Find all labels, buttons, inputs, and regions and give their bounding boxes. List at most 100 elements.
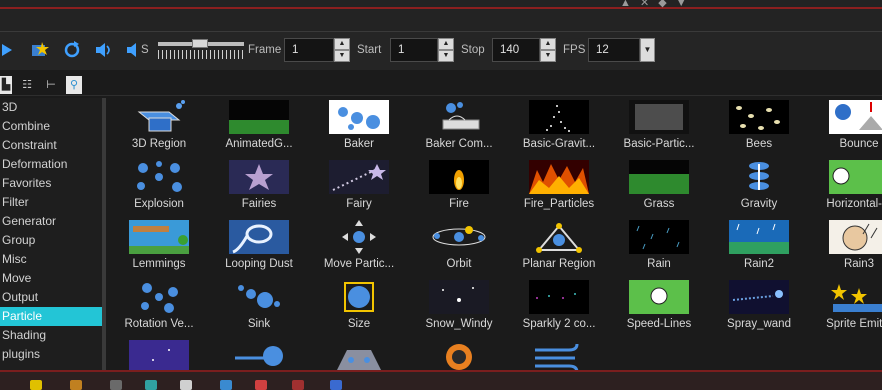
loop-icon[interactable] — [62, 40, 82, 60]
app-icon-7[interactable] — [292, 380, 304, 390]
sidebar-item-favorites[interactable]: Favorites — [0, 174, 102, 193]
sidebar-item-group[interactable]: Group — [0, 231, 102, 250]
app-icon-1[interactable] — [70, 380, 82, 390]
volume-icon[interactable] — [94, 40, 114, 60]
app-icon-8[interactable] — [330, 380, 342, 390]
preset-rotation-velocity[interactable]: Rotation Ve... — [112, 278, 212, 338]
frame-down-arrow[interactable]: ▼ — [334, 50, 350, 62]
start-stepper[interactable]: 1 ▲ ▼ — [390, 38, 454, 62]
gravity-icon — [749, 162, 769, 190]
sprite-emitter-icon — [831, 284, 882, 312]
preset-move-particles[interactable]: Move Partic... — [312, 218, 412, 278]
preset-bees[interactable]: Bees — [712, 98, 812, 158]
preset-looping-dust[interactable]: Looping Dust — [212, 218, 312, 278]
app-icon-6[interactable] — [255, 380, 267, 390]
preset-spray-wand[interactable]: Spray_wand — [712, 278, 812, 338]
start-up-arrow[interactable]: ▲ — [438, 38, 454, 50]
preset-baker[interactable]: Baker — [312, 98, 412, 158]
sink-icon — [238, 285, 280, 308]
preset-fairy[interactable]: Fairy — [312, 158, 412, 218]
preset-explosion[interactable]: Explosion — [112, 158, 212, 218]
sidebar-item-deformation[interactable]: Deformation — [0, 155, 102, 174]
preset-sparkly-2-colors[interactable]: Sparkly 2 co... — [512, 278, 612, 338]
folder-icon[interactable] — [30, 380, 42, 390]
preset-horizontal[interactable]: Horizontal-... — [812, 158, 882, 218]
star-camera-icon[interactable] — [30, 40, 50, 60]
sidebar-item-constraint[interactable]: Constraint — [0, 136, 102, 155]
sidebar-item-plugins[interactable]: plugins — [0, 345, 102, 364]
preset-fire-particles[interactable]: Fire_Particles — [512, 158, 612, 218]
spray-wand-thumbnail — [729, 280, 789, 314]
fps-label: FPS — [563, 44, 586, 56]
preset-basic-particle[interactable]: Basic-Partic... — [612, 98, 712, 158]
timeline-thumb[interactable] — [192, 39, 208, 48]
frame-field[interactable]: 1 — [284, 38, 334, 62]
sidebar-item-generator[interactable]: Generator — [0, 212, 102, 231]
preset-row5-3[interactable] — [312, 338, 412, 370]
sidebar-item-filter[interactable]: Filter — [0, 193, 102, 212]
list-view-icon[interactable]: ☷ — [18, 76, 36, 94]
hierarchy-view-icon[interactable]: ⊢ — [42, 76, 60, 94]
preset-grass[interactable]: Grass — [612, 158, 712, 218]
fps-select[interactable]: 12 ▼ — [588, 38, 655, 62]
preset-lemmings[interactable]: Lemmings — [112, 218, 212, 278]
preset-row5-2[interactable] — [212, 338, 312, 370]
timeline-scrubber[interactable] — [158, 38, 244, 62]
preset-fire[interactable]: Fire — [412, 158, 512, 218]
preset-planar-region[interactable]: Planar Region — [512, 218, 612, 278]
app-icon-2[interactable] — [110, 380, 122, 390]
preset-fairies[interactable]: Fairies — [212, 158, 312, 218]
preset-animated-grass[interactable]: AnimatedG... — [212, 98, 312, 158]
preset-row5-5[interactable] — [512, 338, 612, 370]
speed-lines-thumbnail — [629, 280, 689, 314]
preset-3d-region[interactable]: 3D Region — [112, 98, 212, 158]
sidebar-item-3d[interactable]: 3D — [0, 98, 102, 117]
sidebar-item-combine[interactable]: Combine — [0, 117, 102, 136]
sidebar-item-move[interactable]: Move — [0, 269, 102, 288]
start-down-arrow[interactable]: ▼ — [438, 50, 454, 62]
chevron-down-icon[interactable]: ▼ — [640, 38, 655, 62]
preset-sink[interactable]: Sink — [212, 278, 312, 338]
preset-baker-com[interactable]: Baker Com... — [412, 98, 512, 158]
preset-speed-lines[interactable]: Speed-Lines — [612, 278, 712, 338]
sidebar-item-shading[interactable]: Shading — [0, 326, 102, 345]
tree-view-icon[interactable]: ▙ — [0, 76, 12, 94]
preset-bounce[interactable]: Bounce — [812, 98, 882, 158]
preset-snow-windy[interactable]: Snow_Windy — [412, 278, 512, 338]
basic-gravity-thumbnail — [529, 100, 589, 134]
preset-basic-gravity[interactable]: Basic-Gravit... — [512, 98, 612, 158]
preset-row5-4[interactable] — [412, 338, 512, 370]
animated-grass-thumbnail — [229, 100, 289, 134]
frame-stepper[interactable]: 1 ▲ ▼ — [284, 38, 350, 62]
sidebar-item-particle[interactable]: Particle — [0, 307, 102, 326]
preset-sprite-emitter[interactable]: Sprite Emit... — [812, 278, 882, 338]
app-icon-4[interactable] — [180, 380, 192, 390]
window-control-glyphs[interactable]: ▲ ✕ ◆ ▼ — [620, 0, 690, 9]
stop-field[interactable]: 140 — [492, 38, 540, 62]
volume-s-icon[interactable] — [126, 40, 140, 60]
search-icon[interactable]: ⚲ — [66, 76, 82, 94]
frame-up-arrow[interactable]: ▲ — [334, 38, 350, 50]
play-icon[interactable] — [0, 40, 20, 60]
preset-rain[interactable]: Rain — [612, 218, 712, 278]
preset-rain2[interactable]: Rain2 — [712, 218, 812, 278]
rain3-thumbnail — [829, 220, 882, 254]
preset-orbit[interactable]: Orbit — [412, 218, 512, 278]
start-field[interactable]: 1 — [390, 38, 438, 62]
wind-icon — [535, 343, 579, 370]
stop-stepper[interactable]: 140 ▲ ▼ — [492, 38, 556, 62]
move-particles-icon — [342, 220, 376, 254]
preset-row5-1[interactable] — [112, 338, 212, 370]
preset-size[interactable]: Size — [312, 278, 412, 338]
preset-gravity[interactable]: Gravity — [712, 158, 812, 218]
stop-up-arrow[interactable]: ▲ — [540, 38, 556, 50]
stop-down-arrow[interactable]: ▼ — [540, 50, 556, 62]
fps-field[interactable]: 12 — [588, 38, 640, 62]
app-icon-5[interactable] — [220, 380, 232, 390]
category-sidebar: 3D Combine Constraint Deformation Favori… — [0, 98, 106, 370]
sidebar-item-misc[interactable]: Misc — [0, 250, 102, 269]
app-icon-3[interactable] — [145, 380, 157, 390]
preset-rain3[interactable]: Rain3 — [812, 218, 882, 278]
sidebar-item-output[interactable]: Output — [0, 288, 102, 307]
stars-thumbnail — [129, 340, 189, 370]
